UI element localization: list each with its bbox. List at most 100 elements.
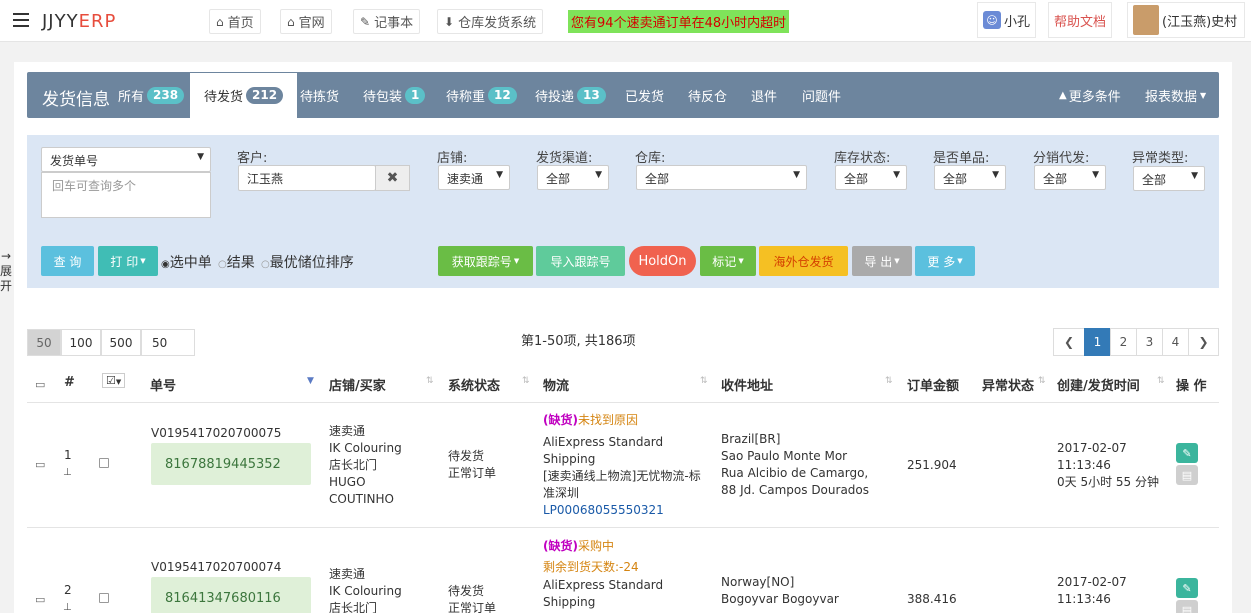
page-3[interactable]: 3 [1136,328,1163,356]
radio-results[interactable]: ○结果 [218,252,255,272]
user-menu[interactable]: (江玉燕)史村 [1127,2,1245,38]
holdon-button[interactable]: HoldOn [629,246,696,276]
sort-icon[interactable]: ⇅ [885,376,893,386]
row-checkbox[interactable] [99,458,109,468]
distribution-label: 分销代发: [1033,151,1090,166]
row-checkbox[interactable] [99,593,109,603]
menu-icon[interactable] [13,13,29,27]
distribution-select[interactable]: 全部 ▼ [1034,165,1106,190]
folder-icon[interactable]: ▭ [35,458,45,471]
abnormal-type-select[interactable]: 全部 ▼ [1133,166,1205,191]
print-button[interactable]: ▤ [1176,600,1198,613]
tab-pending-pick[interactable]: 待拣货 [300,72,339,118]
caret-down-icon: ▼ [992,170,999,180]
help-doc-link[interactable]: 帮助文档 [1048,2,1113,38]
mark-dropdown-button[interactable]: 标记 ▼ [700,246,756,276]
channel-select[interactable]: 全部 ▼ [537,165,609,190]
tab-pending-weigh[interactable]: 待称重 12 [446,72,517,118]
radio-selected-orders[interactable]: ◉选中单 [161,252,212,272]
more-conditions-button[interactable]: ▲ 更多条件 [1059,72,1121,118]
order-type: 正常订单 [448,466,497,480]
col-address[interactable]: 收件地址 [721,375,773,394]
sort-icon[interactable]: ⇅ [522,376,530,386]
chevron-up-icon: ▲ [1059,89,1067,101]
order-number[interactable]: V0195417020700074 [151,559,281,576]
created-date: 2017-02-07 [1057,575,1127,589]
tracking-number[interactable]: 81678819445352 [151,443,311,485]
col-time[interactable]: 创建/发货时间 [1057,375,1140,394]
tab-returned[interactable]: 退件 [751,72,777,118]
store-select[interactable]: 速卖通 ▼ [438,165,510,190]
page-size-100[interactable]: 100 [61,329,101,356]
nav-home-button[interactable]: ⌂ 首页 [209,9,261,34]
row-index: 1 [64,448,72,462]
tab-pending-return[interactable]: 待反仓 [688,72,727,118]
print-dropdown-button[interactable]: 打 印 ▼ [98,246,158,276]
tab-pending-pack[interactable]: 待包装 1 [363,72,426,118]
tab-problem[interactable]: 问题件 [802,72,841,118]
col-order-no[interactable]: 单号 [150,375,176,394]
tab-pending-deliver[interactable]: 待投递 13 [535,72,606,118]
nav-warehouse-button[interactable]: ⬇ 仓库发货系统 [437,9,544,34]
tab-all[interactable]: 所有 238 [118,72,185,118]
page-size-input[interactable]: 50 [141,329,195,356]
address-country: Norway[NO] [721,575,795,589]
col-abnormal[interactable]: 异常状态 [982,375,1034,394]
export-dropdown-button[interactable]: 导 出 ▼ [852,246,912,276]
sidebar-expand-toggle[interactable]: → 展开 [0,249,12,294]
col-system-status[interactable]: 系统状态 [448,375,500,394]
search-type-select[interactable]: 发货单号 ▼ [41,147,211,172]
order-number[interactable]: V0195417020700075 [151,425,281,442]
sort-icon[interactable]: ⇅ [700,376,708,386]
single-item-select[interactable]: 全部 ▼ [934,165,1006,190]
caret-down-icon: ▼ [793,170,800,180]
import-tracking-button[interactable]: 导入跟踪号 [536,246,625,276]
sort-icon[interactable]: ⇅ [1157,376,1165,386]
col-store-buyer[interactable]: 店铺/买家 [329,375,386,394]
sitemap-icon[interactable]: ⊥ [63,599,72,613]
tab-shipped[interactable]: 已发货 [625,72,664,118]
timeout-alert[interactable]: 您有94个速卖通订单在48小时内超时 [568,10,790,33]
page-size-500[interactable]: 500 [101,329,141,356]
qq-user[interactable]: ☺ 小孔 [977,2,1037,38]
col-amount[interactable]: 订单金额 [907,375,959,394]
col-logistics[interactable]: 物流 [543,375,569,394]
more-actions-button[interactable]: 更 多 ▼ [915,246,975,276]
warehouse-select[interactable]: 全部 ▼ [636,165,807,190]
next-page-button[interactable]: ❯ [1188,328,1219,356]
sort-icon[interactable]: ⇅ [426,376,434,386]
radio-best-location-sort[interactable]: ○最优储位排序 [261,252,354,272]
store-name: 速卖通 [329,567,366,581]
page-2[interactable]: 2 [1110,328,1137,356]
tab-pending-ship[interactable]: 待发货 212 [190,72,298,118]
page-4[interactable]: 4 [1162,328,1189,356]
print-button[interactable]: ▤ [1176,465,1198,485]
sort-icon[interactable]: ⇅ [1038,376,1046,386]
edit-button[interactable]: ✎ [1176,578,1198,598]
sitemap-icon[interactable]: ⊥ [63,464,72,481]
overseas-ship-button[interactable]: 海外仓发货 [759,246,848,276]
chevron-left-icon: ❮ [1063,335,1075,349]
address-country: Brazil[BR] [721,432,781,446]
folder-icon[interactable]: ▭ [35,593,45,606]
nav-website-button[interactable]: ⌂ 官网 [280,9,332,34]
nav-notepad-button[interactable]: ✎ 记事本 [353,9,421,34]
get-tracking-button[interactable]: 获取跟踪号 ▼ [438,246,533,276]
tracking-number[interactable]: 81641347680116 [151,577,311,613]
customer-input[interactable]: 江玉燕 [238,165,376,191]
clear-customer-button[interactable]: ✖ [375,165,410,191]
stock-select[interactable]: 全部 ▼ [835,165,907,190]
edit-button[interactable]: ✎ [1176,443,1198,463]
logistics-code[interactable]: LP00068055550321 [543,502,664,519]
page-size-50[interactable]: 50 [27,329,61,356]
main-card: 发货信息 所有 238 待发货 212 待拣货 待包装 1 待称重 12 待投递 13 已… [14,62,1232,613]
sort-desc-icon[interactable]: ▼ [307,376,314,386]
brand-logo[interactable]: JJYYERP [42,11,116,32]
folder-icon[interactable]: ▭ [35,378,45,391]
select-all-dropdown[interactable]: ☑▼ [102,373,126,388]
prev-page-button[interactable]: ❮ [1053,328,1085,356]
search-textarea[interactable]: 回车可查询多个 [41,172,211,218]
query-button[interactable]: 查 询 [41,246,94,276]
page-1[interactable]: 1 [1084,328,1111,356]
report-dropdown[interactable]: 报表数据 ▼ [1145,72,1206,118]
